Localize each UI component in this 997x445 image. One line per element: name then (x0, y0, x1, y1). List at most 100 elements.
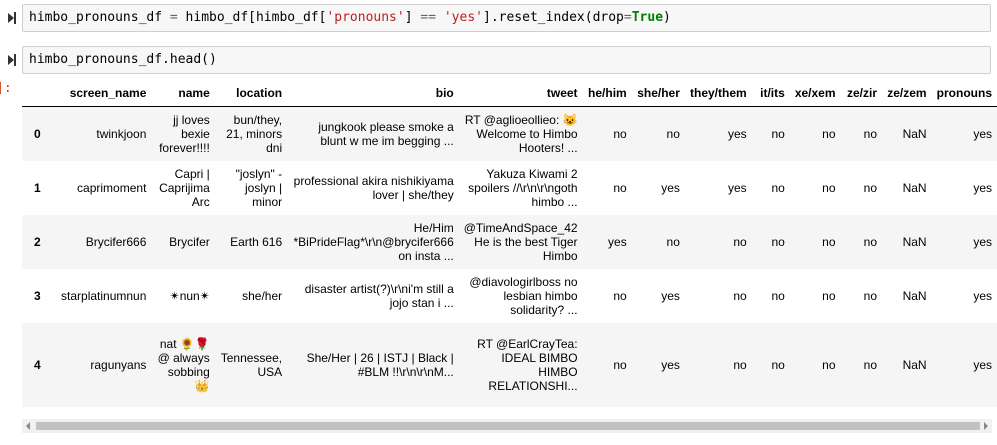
table-cell-ze-zir: no (863, 126, 877, 141)
table-cell-location: Tennessee, USA (220, 350, 283, 379)
table-cell-she-her: no (666, 234, 680, 249)
table-cell-it-its: no (771, 126, 785, 141)
column-header: bio (287, 80, 459, 107)
run-cell-icon[interactable] (8, 12, 16, 24)
code-token: ].reset_index(drop (483, 10, 624, 25)
code-token: True (631, 10, 664, 25)
code-input-1[interactable]: himbo_pronouns_df = himbo_df[himbo_df['p… (22, 4, 991, 32)
table-cell-name: ✴nun✴ (169, 288, 210, 303)
table-cell-pronouns: yes (973, 357, 992, 372)
table-cell-xe-xem: no (822, 288, 836, 303)
table-cell-idx: 3 (34, 288, 41, 303)
table-cell-pronouns: yes (973, 288, 992, 303)
table-row: 2 Brycifer666 Brycifer Earth 616 He/Him *BiP… (22, 214, 997, 269)
table-cell-it-its: no (771, 234, 785, 249)
table-cell-she-her: no (666, 126, 680, 141)
table-cell-bio: She/Her | 26 | ISTJ | Black | #BLM !!\r\… (306, 350, 454, 379)
table-cell-it-its: no (771, 288, 785, 303)
table-cell-idx: 2 (34, 234, 41, 249)
scrollbar-thumb[interactable] (36, 422, 980, 430)
output-prompt: ]: (0, 81, 12, 96)
column-header: it/its (751, 80, 790, 107)
column-header: she/her (631, 80, 685, 107)
table-cell-tweet: @TimeAndSpace_42 He is the best Tiger Hi… (463, 220, 578, 263)
table-cell-ze-zem: NaN (902, 126, 927, 141)
table-cell-bio: jungkook please smoke a blunt w me im be… (318, 119, 454, 148)
table-cell-she-her: yes (661, 357, 680, 372)
table-cell-he-him: yes (608, 234, 627, 249)
table-cell-they-them: no (733, 234, 747, 249)
table-cell-they-them: yes (728, 180, 747, 195)
column-header: he/him (582, 80, 632, 107)
column-header: ze/zir (840, 80, 882, 107)
table-cell-xe-xem: no (822, 357, 836, 372)
scroll-right-arrow-icon[interactable] (984, 422, 988, 430)
column-header: name (151, 80, 215, 107)
column-header: ze/zem (882, 80, 932, 107)
table-cell-they-them: no (733, 288, 747, 303)
column-header: they/them (684, 80, 752, 107)
table-cell-screen-name: caprimoment (77, 180, 147, 195)
table-cell-ze-zir: no (863, 234, 877, 249)
table-cell-ze-zem: NaN (902, 288, 927, 303)
table-cell-ze-zem: NaN (902, 357, 927, 372)
column-header: location (214, 80, 288, 107)
column-header: pronouns (931, 80, 997, 107)
table-cell-screen-name: twinkjoon (96, 126, 147, 141)
table-cell-idx: 1 (34, 180, 41, 195)
code-token: 'pronouns' (326, 10, 405, 25)
table-row: 3 starplatinumnun ✴nun✴ she/her disaster art… (22, 269, 997, 323)
horizontal-scrollbar[interactable] (22, 419, 992, 433)
code-token: = (623, 10, 632, 25)
output-area: screen_name name location bio tweet he/him she… (22, 80, 997, 418)
table-cell-pronouns: yes (973, 126, 992, 141)
table-cell-screen-name: Brycifer666 (85, 234, 147, 249)
table-cell-name: Capri | Caprijima Arc (159, 166, 210, 209)
table-cell-bio: disaster artist(?)\r\ni'm still a jojo s… (304, 281, 454, 310)
table-header-row: screen_name name location bio tweet he/him she… (22, 80, 997, 107)
table-cell-location: "joslyn" - joslyn | minor (235, 166, 283, 209)
table-cell-screen-name: ragunyans (90, 357, 147, 372)
table-cell-tweet: RT @aglioeollieo: 😺 Welcome to Himbo Hoo… (464, 112, 578, 155)
table-cell-name: jj loves bexie forever!!!! (159, 112, 210, 155)
column-header: tweet (458, 80, 583, 107)
code-token: = (169, 10, 178, 25)
table-cell-they-them: no (733, 357, 747, 372)
table-cell-they-them: yes (728, 126, 747, 141)
table-cell-she-her: yes (661, 180, 680, 195)
code-token: himbo_df[himbo_df[ (177, 10, 327, 25)
column-header: xe/xem (789, 80, 841, 107)
table-cell-pronouns: yes (973, 180, 992, 195)
code-token: ] (404, 10, 421, 25)
table-cell-she-her: yes (661, 288, 680, 303)
table-cell-pronouns: yes (973, 234, 992, 249)
table-cell-ze-zem: NaN (902, 180, 927, 195)
table-row: 0 twinkjoon jj loves bexie forever!!!! bun/… (22, 106, 997, 161)
table-cell-xe-xem: no (822, 234, 836, 249)
code-token: himbo_pronouns_df (29, 10, 170, 25)
table-cell-it-its: no (771, 357, 785, 372)
table-cell-he-him: no (613, 126, 627, 141)
scroll-left-arrow-icon[interactable] (26, 422, 30, 430)
table-cell-he-him: no (613, 357, 627, 372)
table-cell-name: Brycifer (169, 234, 210, 249)
table-cell-he-him: no (613, 288, 627, 303)
run-cell-icon[interactable] (8, 54, 16, 66)
table-cell-tweet: Yakuza Kiwami 2 spoilers //\r\n\r\ngoth … (468, 166, 578, 209)
code-token: ) (663, 10, 671, 25)
table-cell-bio: He/Him *BiPrideFlag*\r\n@brycifer666 on … (293, 220, 454, 263)
column-header (22, 80, 49, 107)
table-cell-ze-zir: no (863, 357, 877, 372)
table-cell-ze-zem: NaN (902, 234, 927, 249)
table-cell-he-him: no (613, 180, 627, 195)
code-input-2[interactable]: himbo_pronouns_df.head() (22, 46, 991, 74)
table-row: 4 ragunyans nat 🌻🌹 @ always sobbing 👑 Tenne… (22, 322, 997, 407)
code-token: 'yes' (443, 10, 483, 25)
code-token: == (420, 10, 437, 25)
table-cell-location: she/her (242, 288, 283, 303)
table-cell-idx: 0 (34, 126, 41, 141)
table-cell-location: Earth 616 (230, 234, 283, 249)
column-header: screen_name (48, 80, 152, 107)
table-cell-screen-name: starplatinumnun (61, 288, 147, 303)
